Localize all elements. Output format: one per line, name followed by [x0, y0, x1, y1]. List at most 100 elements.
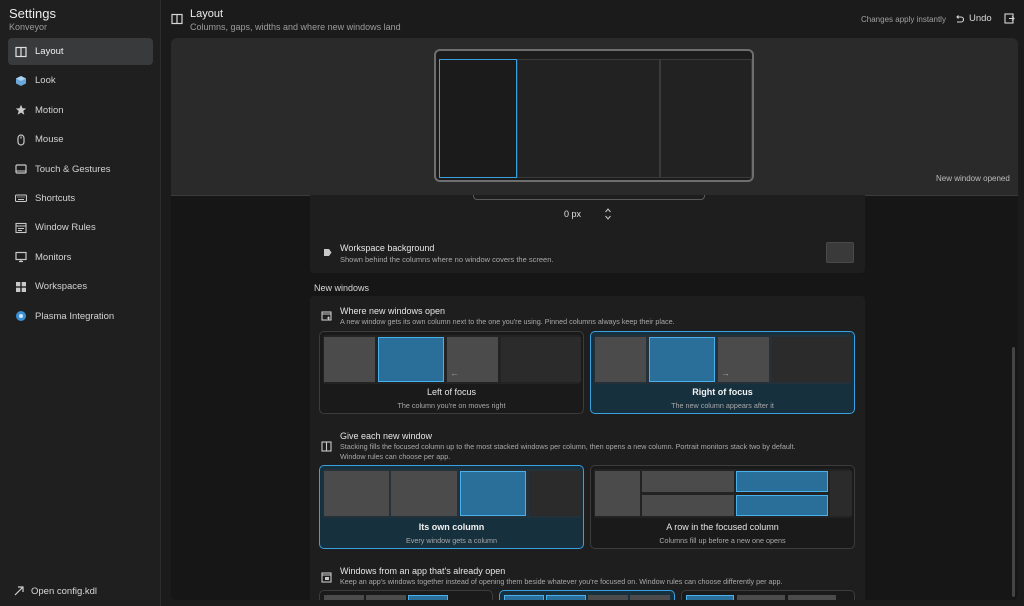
where-desc: A new window gets its own column next to… — [340, 317, 675, 326]
preview-caption: New window opened — [936, 174, 1010, 183]
arrow-left-icon: ← — [450, 368, 459, 378]
sidebar-item-layout[interactable]: Layout — [8, 38, 153, 65]
undo-icon — [956, 14, 964, 23]
sidebar-item-label: Mouse — [35, 134, 64, 146]
preview-row — [642, 471, 734, 492]
undo-button[interactable]: Undo — [954, 13, 992, 24]
preview-column-new — [546, 595, 586, 600]
option-row-in-focused-column[interactable]: A row in the focused column Columns fill… — [590, 465, 855, 549]
option-desc: Columns fill up before a new one opens — [659, 536, 786, 545]
main-panel: New window opened 0 px Workspace backgro… — [171, 38, 1018, 600]
option-from-app-2[interactable] — [499, 590, 675, 600]
preview-column-new — [460, 471, 526, 516]
undo-label: Undo — [969, 13, 992, 24]
monitor-icon — [15, 251, 27, 263]
preview-column — [630, 595, 670, 600]
scrollbar[interactable] — [1012, 347, 1015, 597]
option-label: A row in the focused column — [666, 522, 779, 532]
option-preview — [594, 469, 852, 518]
plasma-icon — [15, 310, 27, 322]
sidebar-item-label: Window Rules — [35, 222, 96, 234]
sidebar-item-mouse[interactable]: Mouse — [8, 126, 153, 153]
gap-slider-edge[interactable] — [473, 195, 705, 200]
app-window-icon — [321, 572, 332, 583]
option-from-app-3[interactable] — [681, 590, 855, 600]
preview-column — [366, 595, 406, 600]
preview-column-new — [408, 595, 448, 600]
option-label: Left of focus — [426, 387, 477, 397]
preview-column-new — [504, 595, 544, 600]
sidebar-item-touch-gestures[interactable]: Touch & Gestures — [8, 156, 153, 183]
app-subtitle: Konveyor — [9, 22, 48, 32]
mouse-icon — [15, 134, 27, 146]
app-title: Settings — [9, 6, 56, 21]
grid-icon — [15, 281, 27, 293]
option-right-of-focus[interactable]: → Right of focus The new column appears … — [590, 331, 855, 414]
touchpad-icon — [15, 163, 27, 175]
columns-icon — [321, 441, 332, 452]
preview-window-focused — [439, 59, 517, 178]
open-config-button[interactable]: Open config.kdl — [13, 585, 97, 597]
give-desc-rules: Window rules can choose per app. — [340, 452, 451, 461]
preview-column — [595, 337, 646, 382]
gap-and-background-card: 0 px Workspace background Shown behind t… — [310, 195, 865, 273]
paint-bucket-icon — [324, 249, 332, 256]
columns-icon — [15, 46, 27, 58]
give-title: Give each new window — [340, 431, 433, 441]
preview-column — [788, 595, 836, 600]
sidebar-nav: Layout Look Motion Mouse Touch & Gesture… — [8, 38, 153, 332]
preview-row-new — [736, 471, 828, 492]
export-icon[interactable] — [1004, 13, 1015, 24]
page-title: Layout — [190, 8, 224, 20]
sidebar-item-plasma-integration[interactable]: Plasma Integration — [8, 303, 153, 330]
sidebar-item-label: Plasma Integration — [35, 310, 115, 322]
open-config-label: Open config.kdl — [31, 585, 98, 597]
from-app-desc: Keep an app's windows together instead o… — [340, 577, 783, 586]
columns-icon — [171, 13, 183, 25]
option-its-own-column[interactable]: Its own column Every window gets a colum… — [319, 465, 584, 549]
preview-column — [324, 337, 375, 382]
give-desc: Stacking fills the focused column up to … — [340, 442, 796, 451]
preview-column — [595, 471, 640, 516]
workspace-background-color-button[interactable] — [826, 242, 854, 263]
cube-icon — [15, 75, 27, 87]
option-preview: ← — [323, 335, 581, 384]
sidebar-item-shortcuts[interactable]: Shortcuts — [8, 185, 153, 212]
sidebar-item-label: Layout — [35, 46, 64, 57]
option-desc: The new column appears after it — [671, 401, 774, 410]
option-from-app-1[interactable] — [319, 590, 493, 600]
sidebar-item-label: Workspaces — [35, 281, 88, 293]
sidebar-item-label: Touch & Gestures — [35, 163, 111, 175]
preview-row — [642, 495, 734, 516]
option-label: Its own column — [418, 522, 485, 532]
preview-column — [529, 471, 581, 516]
preview-column — [501, 337, 581, 382]
preview-column — [737, 595, 785, 600]
preview-column-new — [649, 337, 715, 382]
option-preview — [323, 469, 581, 518]
apply-status-text: Changes apply instantly — [861, 15, 946, 24]
preview-column — [772, 337, 852, 382]
sidebar-item-label: Look — [35, 75, 56, 87]
where-title: Where new windows open — [340, 306, 446, 316]
layout-preview: New window opened — [171, 38, 1018, 196]
preview-column — [324, 595, 364, 600]
page-subtitle: Columns, gaps, widths and where new wind… — [190, 22, 401, 32]
sidebar-item-workspaces[interactable]: Workspaces — [8, 273, 153, 300]
sidebar-item-look[interactable]: Look — [8, 67, 153, 94]
preview-window — [660, 59, 752, 178]
workspace-background-desc: Shown behind the columns where no window… — [340, 255, 554, 264]
sidebar-item-window-rules[interactable]: Window Rules — [8, 214, 153, 241]
preview-column — [588, 595, 628, 600]
rules-icon — [15, 222, 27, 234]
spin-arrows-icon[interactable] — [604, 207, 612, 221]
preview-row-new — [736, 495, 828, 516]
gap-value: 0 px — [564, 209, 582, 219]
preview-column — [324, 471, 389, 516]
option-desc: Every window gets a column — [405, 536, 498, 545]
star-icon — [15, 104, 27, 116]
sidebar-item-monitors[interactable]: Monitors — [8, 244, 153, 271]
sidebar-item-motion[interactable]: Motion — [8, 97, 153, 124]
preview-window — [517, 59, 660, 178]
option-left-of-focus[interactable]: ← Left of focus The column you're on mov… — [319, 331, 584, 414]
